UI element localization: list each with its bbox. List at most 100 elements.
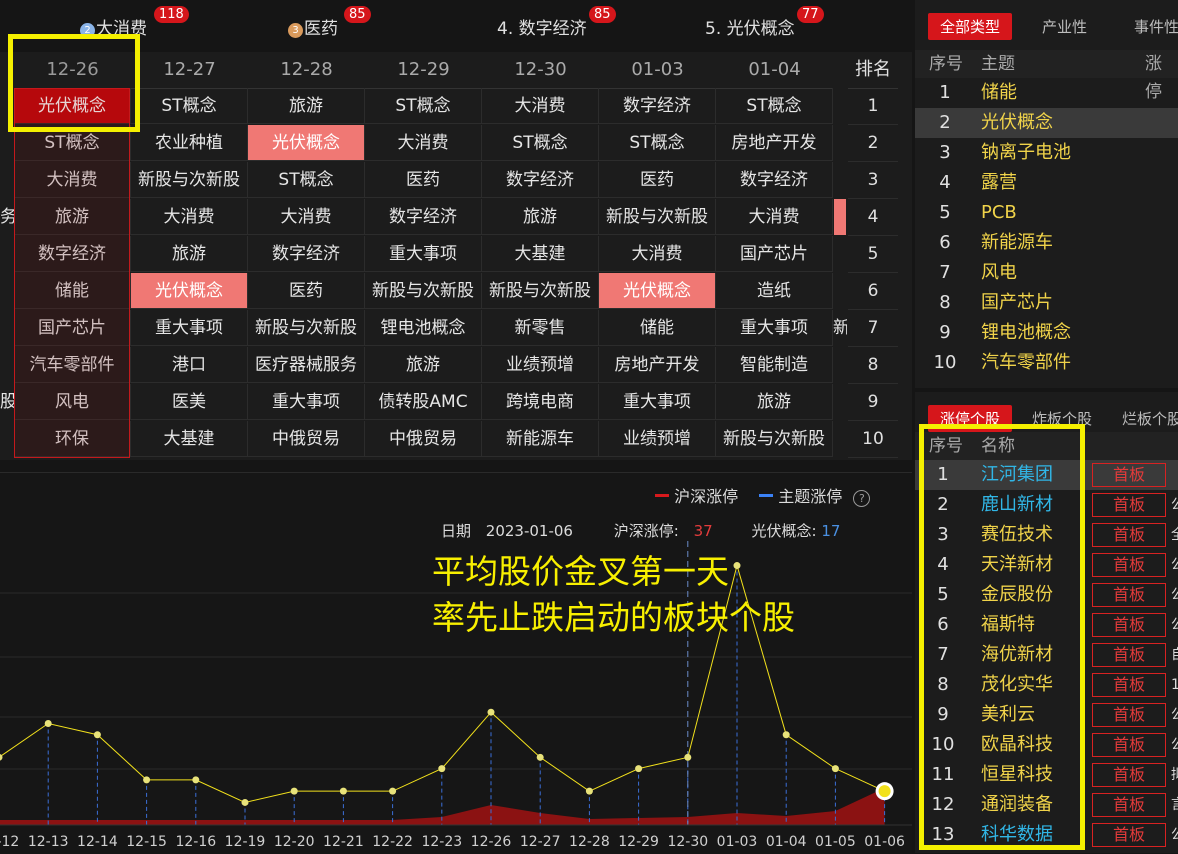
help-icon[interactable]: ?: [853, 490, 871, 507]
theme-cell[interactable]: 储能: [599, 310, 716, 346]
theme-cell[interactable]: 旅游: [482, 199, 599, 235]
top-tab-5[interactable]: 5. 光伏概念 77: [705, 6, 824, 39]
theme-cell[interactable]: 跨境电商: [482, 384, 599, 420]
theme-cell[interactable]: ST概念: [716, 88, 833, 124]
date-header[interactable]: 12-29: [365, 52, 482, 89]
tab-all-types[interactable]: 全部类型: [928, 13, 1013, 40]
theme-cell[interactable]: 数字经济: [482, 162, 599, 198]
theme-cell[interactable]: 国产芯片: [716, 236, 833, 272]
theme-cell[interactable]: 数字经济: [365, 199, 482, 235]
theme-cell[interactable]: 新股与次新股: [599, 199, 716, 235]
theme-cell[interactable]: 大消费: [365, 125, 482, 161]
theme-ranking-panel: 全部类型 产业性 事件性 序号 主题 涨停 1 储能 2 光伏概念 3 钠离子电池 4 露营 5…: [915, 0, 1178, 388]
theme-cell[interactable]: 锂电池概念: [365, 310, 482, 346]
chart-info-line: 日期 2023-01-06 沪深涨停: 37 光伏概念: 17: [441, 520, 840, 541]
theme-row[interactable]: 10 汽车零部件: [915, 348, 1178, 378]
first-board-badge: 首板: [1092, 523, 1166, 547]
theme-cell[interactable]: 新股与次新股: [716, 421, 833, 457]
tab-event[interactable]: 事件性: [1134, 16, 1178, 37]
rank-number: 6: [848, 273, 898, 310]
theme-cell[interactable]: 大消费: [482, 88, 599, 124]
theme-cell[interactable]: 大消费: [248, 199, 365, 235]
theme-row[interactable]: 5 PCB: [915, 198, 1178, 228]
theme-cell[interactable]: 业绩预增: [482, 347, 599, 383]
theme-row[interactable]: 7 风电: [915, 258, 1178, 288]
theme-cell[interactable]: 债转股AMC: [365, 384, 482, 420]
theme-cell[interactable]: ST概念: [482, 125, 599, 161]
theme-cell[interactable]: 大消费: [716, 199, 833, 235]
theme-cell[interactable]: 光伏概念: [599, 273, 716, 309]
date-header[interactable]: 12-30: [482, 52, 599, 89]
theme-row[interactable]: 9 锂电池概念: [915, 318, 1178, 348]
chart-annotation: 平均股价金叉第一天 率先止跌启动的板块个股: [432, 549, 795, 641]
theme-row[interactable]: 3 钠离子电池: [915, 138, 1178, 168]
x-tick-label: 01-06: [864, 834, 905, 850]
theme-cell[interactable]: 旅游: [131, 236, 248, 272]
tab-bad-board-stocks[interactable]: 烂板个股: [1122, 408, 1178, 429]
theme-cell[interactable]: ST概念: [248, 162, 365, 198]
hs-value: 37: [693, 522, 713, 540]
theme-row[interactable]: 1 储能: [915, 78, 1178, 108]
theme-cell[interactable]: 光伏概念: [248, 125, 365, 161]
theme-cell[interactable]: 数字经济: [599, 88, 716, 124]
top-tab-4[interactable]: 4. 数字经济 85: [497, 6, 616, 39]
theme-cell[interactable]: 中俄贸易: [365, 421, 482, 457]
stock-tag-clipped: 全: [1171, 520, 1178, 550]
theme-cell[interactable]: 光伏概念: [131, 273, 248, 309]
theme-row[interactable]: 6 新能源车: [915, 228, 1178, 258]
theme-cell[interactable]: 港口: [131, 347, 248, 383]
first-board-badge: 首板: [1092, 553, 1166, 577]
theme-cell[interactable]: 重大事项: [599, 384, 716, 420]
theme-row[interactable]: 8 国产芯片: [915, 288, 1178, 318]
theme-cell[interactable]: 新股与次新股: [131, 162, 248, 198]
date-header[interactable]: 01-04: [716, 52, 833, 89]
top-tab-3[interactable]: 3 医药 85: [288, 6, 371, 39]
theme-cell[interactable]: 旅游: [248, 88, 365, 124]
stock-tag-clipped: 自: [1171, 640, 1178, 670]
theme-cell[interactable]: 新能源车: [482, 421, 599, 457]
date-header[interactable]: 01-03: [599, 52, 716, 89]
date-header[interactable]: 12-28: [248, 52, 365, 89]
theme-cell[interactable]: 重大事项: [716, 310, 833, 346]
theme-cell[interactable]: 医美: [131, 384, 248, 420]
theme-cell[interactable]: 旅游: [365, 347, 482, 383]
theme-row[interactable]: 2 光伏概念: [915, 108, 1178, 138]
theme-cell[interactable]: 新零售: [482, 310, 599, 346]
theme-cell[interactable]: 业绩预增: [599, 421, 716, 457]
theme-cell[interactable]: 大基建: [131, 421, 248, 457]
theme-cell[interactable]: ST概念: [131, 88, 248, 124]
theme-cell[interactable]: 医药: [599, 162, 716, 198]
theme-name: PCB: [981, 202, 1017, 223]
theme-cell[interactable]: 农业种植: [131, 125, 248, 161]
data-point: [438, 765, 446, 773]
theme-cell[interactable]: 新股与次新股: [365, 273, 482, 309]
theme-cell[interactable]: 房地产开发: [716, 125, 833, 161]
col-no: 序号: [929, 54, 963, 74]
theme-cell[interactable]: 医药: [248, 273, 365, 309]
theme-cell[interactable]: 重大事项: [365, 236, 482, 272]
theme-cell[interactable]: ST概念: [599, 125, 716, 161]
theme-cell[interactable]: 大基建: [482, 236, 599, 272]
theme-cell[interactable]: 数字经济: [716, 162, 833, 198]
theme-row[interactable]: 4 露营: [915, 168, 1178, 198]
theme-cell[interactable]: 新股与次新股: [482, 273, 599, 309]
theme-cell[interactable]: 大消费: [131, 199, 248, 235]
tab-industry[interactable]: 产业性: [1042, 16, 1087, 37]
theme-cell[interactable]: 重大事项: [131, 310, 248, 346]
theme-cell[interactable]: 新股与次新股: [248, 310, 365, 346]
theme-cell[interactable]: 医药: [365, 162, 482, 198]
chart-legend: 沪深涨停 主题涨停 ?: [655, 483, 871, 507]
theme-cell[interactable]: ST概念: [365, 88, 482, 124]
theme-cell[interactable]: 大消费: [599, 236, 716, 272]
theme-cell[interactable]: 造纸: [716, 273, 833, 309]
data-point: [93, 731, 101, 739]
stock-tag-clipped: 拟: [1171, 760, 1178, 790]
theme-cell[interactable]: 房地产开发: [599, 347, 716, 383]
theme-cell[interactable]: 旅游: [716, 384, 833, 420]
theme-cell[interactable]: 智能制造: [716, 347, 833, 383]
date-header[interactable]: 12-27: [131, 52, 248, 89]
theme-cell[interactable]: 中俄贸易: [248, 421, 365, 457]
theme-cell[interactable]: 医疗器械服务: [248, 347, 365, 383]
theme-cell[interactable]: 重大事项: [248, 384, 365, 420]
theme-cell[interactable]: 数字经济: [248, 236, 365, 272]
